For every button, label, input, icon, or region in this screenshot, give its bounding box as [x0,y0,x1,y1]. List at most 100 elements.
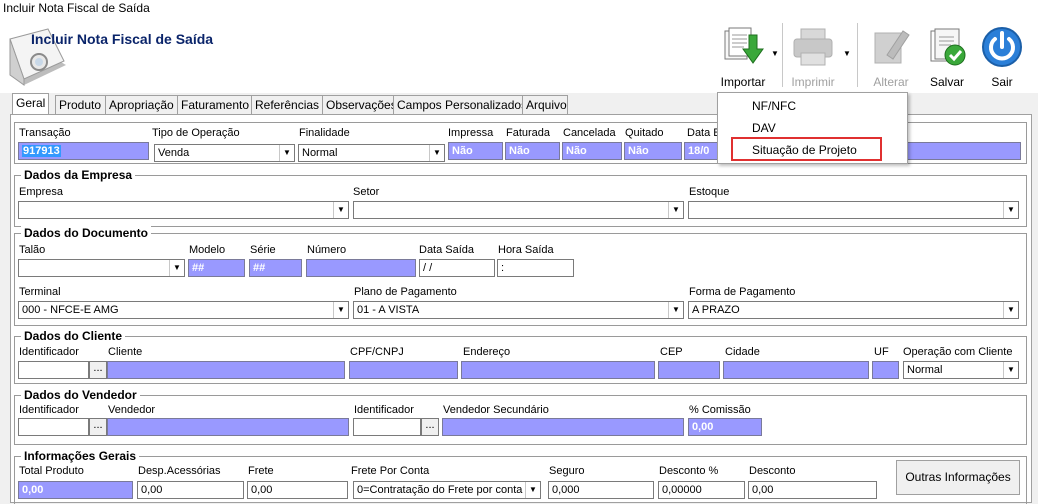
serie-label: Série [250,244,276,256]
chevron-down-icon: ▼ [525,482,540,498]
tipo-operacao-label: Tipo de Operação [152,127,240,139]
modelo-label: Modelo [189,244,226,256]
importar-button[interactable]: Importar [716,23,770,89]
salvar-button[interactable]: Salvar [920,23,974,89]
hora-saida-field[interactable]: : [497,259,574,277]
importar-label: Importar [720,75,766,89]
menu-item-nf-nfc[interactable]: NF/NFC [752,99,796,113]
gerais-group-title: Informações Gerais [21,449,140,463]
cpf-cnpj-label: CPF/CNPJ [350,346,404,358]
chevron-down-icon: ▼ [429,145,444,161]
vendedor-lookup-button[interactable]: ... [89,418,107,436]
edit-icon [874,30,910,64]
toolbar-separator [857,23,858,87]
power-icon [982,27,1022,67]
menu-item-situacao-projeto[interactable]: Situação de Projeto [752,143,857,157]
printer-icon [793,28,833,66]
tab-faturamento[interactable]: Faturamento [177,95,255,114]
identificador-vendedor-sec-input[interactable] [353,418,421,436]
finalidade-value: Normal [302,147,338,159]
cep-label: CEP [660,346,683,358]
vendedor-secundario-label: Vendedor Secundário [443,404,549,416]
cliente-label: Cliente [108,346,143,358]
tab-arquivo[interactable]: Arquivo [522,95,568,114]
alterar-label: Alterar [873,75,909,89]
identificador-vendedor-sec-label: Identificador [354,404,414,416]
terminal-select[interactable]: 000 - NFCE-E AMG ▼ [18,301,349,319]
outras-informacoes-button[interactable]: Outras Informações [896,460,1020,495]
plano-pagamento-label: Plano de Pagamento [354,286,457,298]
menu-item-dav[interactable]: DAV [752,121,776,135]
chevron-down-icon: ▼ [1003,302,1018,318]
identificador-cliente-label: Identificador [19,346,79,358]
hora-saida-label: Hora Saída [498,244,554,256]
salvar-label: Salvar [929,75,964,89]
impressa-label: Impressa [448,127,494,139]
estoque-select[interactable]: ▼ [688,201,1019,219]
desconto-input[interactable]: 0,00 [748,481,877,499]
talao-select[interactable]: ▼ [18,259,185,277]
numero-field [306,259,416,277]
import-icon [724,27,764,64]
transacao-value: 917913 [22,145,61,157]
cidade-field [723,361,869,379]
identificador-cliente-input[interactable] [18,361,89,379]
cliente-field [107,361,345,379]
sair-button[interactable]: Sair [976,23,1028,89]
serie-field: ## [249,259,302,277]
seguro-input[interactable]: 0,000 [548,481,654,499]
header-bar: Incluir Nota Fiscal de Saída Importar ▼ … [0,17,1038,93]
transacao-label: Transação [19,127,71,139]
data-saida-label: Data Saída [419,244,475,256]
vendedor-secundario-lookup-button[interactable]: ... [421,418,439,436]
estoque-label: Estoque [689,186,730,198]
vendedor-field [107,418,349,436]
desconto-pct-input[interactable]: 0,00000 [658,481,745,499]
desp-acessorias-input[interactable]: 0,00 [137,481,244,499]
endereco-label: Endereço [463,346,511,358]
comissao-label: % Comissão [689,404,751,416]
vendedor-secundario-field [442,418,684,436]
total-produto-field: 0,00 [18,481,133,499]
chevron-down-icon: ▼ [169,260,184,276]
tab-apropriacao[interactable]: Apropriação [105,95,181,114]
imprimir-button[interactable]: Imprimir [785,23,841,89]
operacao-cliente-select[interactable]: Normal ▼ [903,361,1019,379]
chevron-down-icon: ▼ [668,202,683,218]
cancelada-label: Cancelada [563,127,616,139]
forma-pagamento-label: Forma de Pagamento [689,286,796,298]
talao-label: Talão [19,244,46,256]
finalidade-select[interactable]: Normal ▼ [298,144,445,162]
forma-pagamento-select[interactable]: A PRAZO ▼ [688,301,1019,319]
chevron-down-icon: ▼ [1003,362,1018,378]
frete-input[interactable]: 0,00 [247,481,348,499]
frete-label: Frete [248,465,274,477]
terminal-value: 000 - NFCE-E AMG [22,304,119,316]
cliente-lookup-button[interactable]: ... [89,361,107,379]
plano-pagamento-select[interactable]: 01 - A VISTA ▼ [353,301,684,319]
importar-dropdown-arrow[interactable]: ▼ [770,49,780,59]
uf-field [872,361,899,379]
identificador-vendedor-input[interactable] [18,418,89,436]
chevron-down-icon: ▼ [333,302,348,318]
chevron-down-icon: ▼ [1003,202,1018,218]
frete-conta-value: 0=Contratação do Frete por conta [357,484,523,496]
alterar-button[interactable]: Alterar [864,23,918,89]
tab-geral[interactable]: Geral [12,93,49,115]
imprimir-label: Imprimir [791,75,835,89]
transacao-field[interactable]: 917913 [18,142,149,160]
faturada-label: Faturada [506,127,551,139]
documento-group-title: Dados do Documento [21,226,152,240]
imprimir-dropdown-arrow[interactable]: ▼ [842,49,852,59]
seguro-label: Seguro [549,465,585,477]
tab-referencias[interactable]: Referências [251,95,330,114]
tipo-operacao-select[interactable]: Venda ▼ [154,144,295,162]
desconto-label: Desconto [749,465,796,477]
vendedor-label: Vendedor [108,404,156,416]
chevron-down-icon: ▼ [279,145,294,161]
empresa-select[interactable]: ▼ [18,201,349,219]
data-saida-field[interactable]: / / [419,259,495,277]
setor-select[interactable]: ▼ [353,201,684,219]
frete-conta-select[interactable]: 0=Contratação do Frete por conta ▼ [353,481,541,499]
tab-campos-personalizados[interactable]: Campos Personalizados [393,95,527,114]
